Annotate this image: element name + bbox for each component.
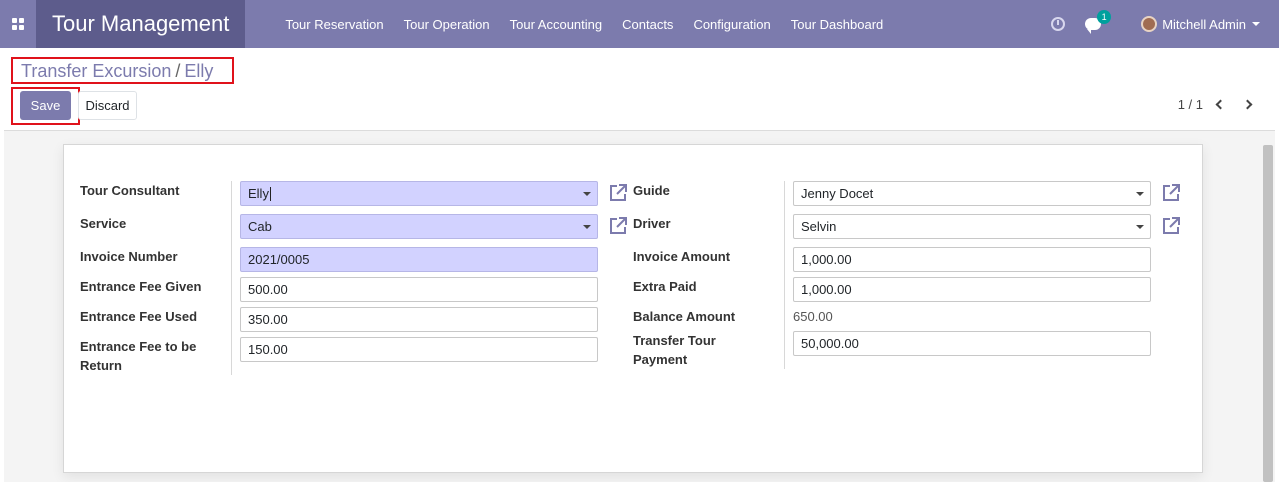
guide-value: Jenny Docet: [801, 186, 874, 201]
left-column-divider: [231, 181, 232, 375]
user-menu[interactable]: Mitchell Admin: [1162, 17, 1246, 32]
menu-tour-operation[interactable]: Tour Operation: [404, 17, 490, 32]
main-menu: Tour Reservation Tour Operation Tour Acc…: [285, 17, 903, 32]
invoice-number-field[interactable]: 2021/0005: [240, 247, 598, 272]
label-balance-amount: Balance Amount: [633, 309, 736, 324]
label-entrance-fee-return-line2: Return: [80, 358, 122, 373]
invoice-number-value: 2021/0005: [248, 252, 310, 267]
label-transfer-tour-payment-line1: Transfer Tour: [633, 333, 716, 348]
menu-tour-dashboard[interactable]: Tour Dashboard: [791, 17, 884, 32]
label-service: Service: [80, 216, 127, 231]
service-value: Cab: [248, 219, 272, 234]
label-driver: Driver: [633, 216, 671, 231]
form-sheet: Tour Consultant Service Invoice Number E…: [63, 144, 1203, 473]
right-column-divider: [784, 181, 785, 369]
label-guide: Guide: [633, 183, 670, 198]
label-transfer-tour-payment-line2: Payment: [633, 352, 688, 367]
entrance-fee-given-value: 500.00: [248, 282, 288, 297]
external-link-icon[interactable]: [608, 216, 628, 236]
label-entrance-fee-used: Entrance Fee Used: [80, 309, 198, 324]
app-name[interactable]: Tour Management: [36, 0, 246, 48]
label-transfer-tour-payment: Transfer Tour Payment: [633, 331, 716, 369]
invoice-amount-value: 1,000.00: [801, 252, 852, 267]
extra-paid-value: 1,000.00: [801, 282, 852, 297]
tour-consultant-value: Elly: [248, 186, 269, 201]
guide-select[interactable]: Jenny Docet: [793, 181, 1151, 206]
label-entrance-fee-return-line1: Entrance Fee to be: [80, 339, 197, 354]
driver-select[interactable]: Selvin: [793, 214, 1151, 239]
label-entrance-fee-given: Entrance Fee Given: [80, 279, 202, 294]
label-entrance-fee-return: Entrance Fee to be Return: [80, 337, 196, 375]
service-select[interactable]: Cab: [240, 214, 598, 239]
extra-paid-field[interactable]: 1,000.00: [793, 277, 1151, 302]
external-link-icon[interactable]: [608, 183, 628, 203]
messaging-menu[interactable]: 1: [1085, 10, 1112, 34]
external-link-icon[interactable]: [1161, 216, 1181, 236]
entrance-fee-used-field[interactable]: 350.00: [240, 307, 598, 332]
save-highlight-box: [11, 87, 80, 125]
transfer-tour-payment-value: 50,000.00: [801, 336, 859, 351]
menu-contacts[interactable]: Contacts: [622, 17, 673, 32]
external-link-icon[interactable]: [1161, 183, 1181, 203]
entrance-fee-used-value: 350.00: [248, 312, 288, 327]
chevron-left-icon[interactable]: [1215, 99, 1226, 110]
entrance-fee-return-field[interactable]: 150.00: [240, 337, 598, 362]
text-cursor: [269, 186, 271, 201]
systray: 1 Mitchell Admin: [1051, 0, 1279, 48]
tour-consultant-select[interactable]: Elly: [240, 181, 598, 206]
apps-grid-icon: [12, 18, 24, 30]
entrance-fee-return-value: 150.00: [248, 342, 288, 357]
label-invoice-amount: Invoice Amount: [633, 249, 731, 264]
scrollbar[interactable]: [1263, 145, 1273, 482]
top-navbar: Tour Management Tour Reservation Tour Op…: [0, 0, 1279, 48]
apps-menu-button[interactable]: [0, 0, 36, 48]
discard-button[interactable]: Discard: [78, 91, 137, 120]
label-invoice-number: Invoice Number: [80, 249, 178, 264]
invoice-amount-field[interactable]: 1,000.00: [793, 247, 1151, 272]
chat-count-badge: 1: [1097, 10, 1112, 24]
balance-amount-value: 650.00: [793, 309, 833, 324]
menu-configuration[interactable]: Configuration: [693, 17, 770, 32]
transfer-tour-payment-field[interactable]: 50,000.00: [793, 331, 1151, 356]
pager: 1 / 1: [1178, 97, 1253, 112]
breadcrumb-highlight-box: [11, 57, 234, 84]
menu-tour-reservation[interactable]: Tour Reservation: [285, 17, 383, 32]
entrance-fee-given-field[interactable]: 500.00: [240, 277, 598, 302]
avatar[interactable]: [1141, 16, 1158, 32]
chevron-right-icon[interactable]: [1242, 99, 1253, 110]
clock-icon[interactable]: [1051, 17, 1066, 31]
pager-value[interactable]: 1 / 1: [1178, 97, 1203, 112]
caret-down-icon[interactable]: [1252, 22, 1260, 26]
menu-tour-accounting[interactable]: Tour Accounting: [510, 17, 603, 32]
label-extra-paid: Extra Paid: [633, 279, 697, 294]
driver-value: Selvin: [801, 219, 837, 234]
label-tour-consultant: Tour Consultant: [80, 183, 180, 198]
